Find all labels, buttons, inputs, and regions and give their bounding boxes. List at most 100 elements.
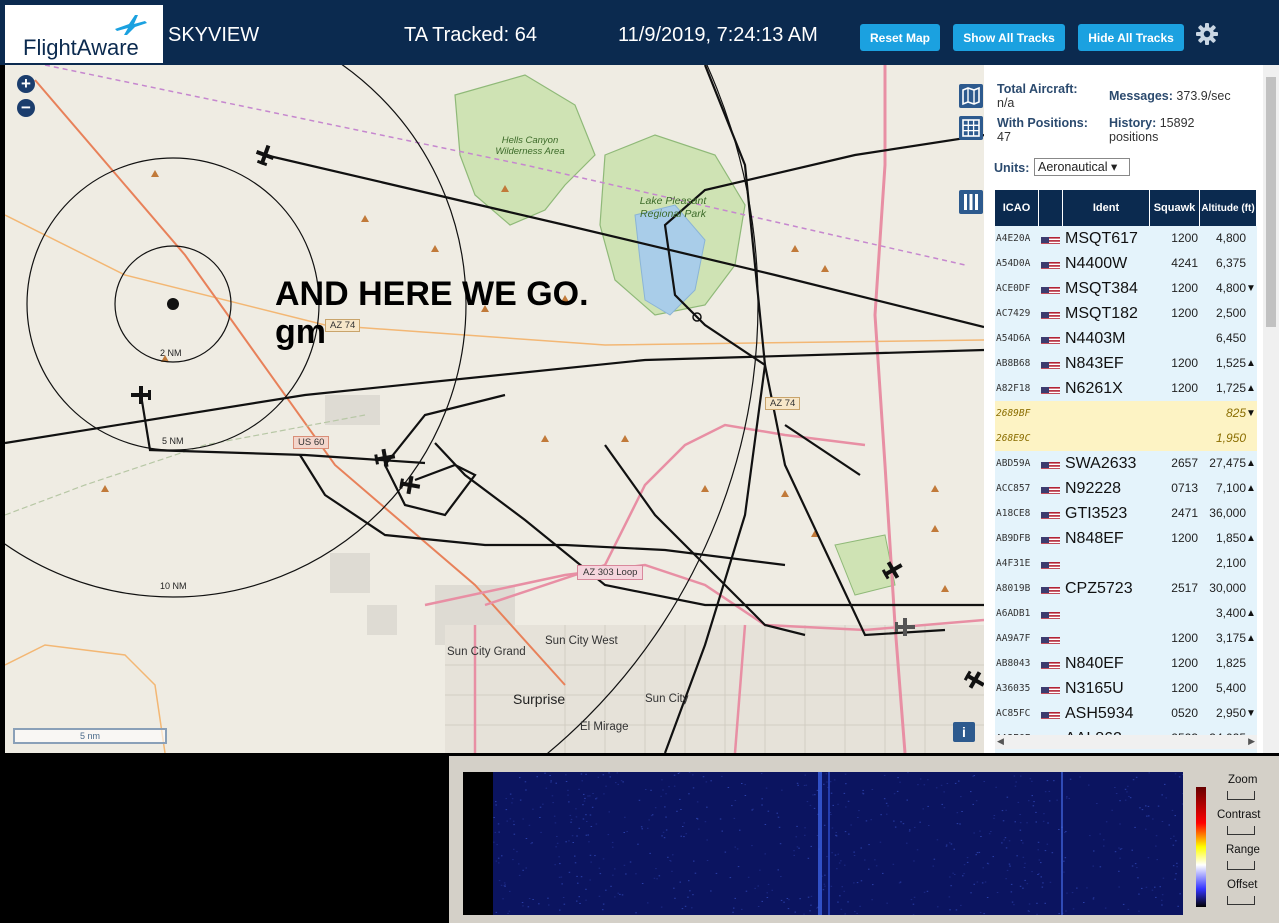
reset-map-button[interactable]: Reset Map [860, 24, 940, 51]
us-flag-icon [1041, 508, 1060, 519]
place-hells-canyon: Hells Canyon Wilderness Area [495, 135, 565, 157]
col-flag[interactable] [1039, 190, 1063, 226]
squawk-cell: 2471 [1171, 506, 1198, 520]
ident-cell [1065, 401, 1150, 426]
color-scale-bar [1196, 787, 1206, 907]
zoom-label: Zoom [1228, 774, 1258, 786]
altitude-trend-icon [1246, 651, 1256, 676]
altitude-cell: 6,450 [1215, 331, 1246, 345]
table-row[interactable]: A18CE8 GTI3523 2471 36,000 [995, 501, 1257, 527]
messages-label: Messages: [1109, 89, 1173, 103]
flightaware-logo[interactable]: FlightAware [5, 5, 163, 63]
table-row[interactable]: A36035 N3165U 1200 5,400 [995, 676, 1257, 702]
table-row[interactable]: AC85FC ASH5934 0520 2,950 ▼ [995, 701, 1257, 727]
us-flag-icon [1041, 708, 1060, 719]
table-row[interactable]: AB8043 N840EF 1200 1,825 [995, 651, 1257, 677]
total-aircraft-stat: Total Aircraft: n/a [997, 82, 1078, 110]
icao-cell: A4F31E [996, 558, 1031, 569]
table-row[interactable]: ACE0DF MSQT384 1200 4,800 ▼ [995, 276, 1257, 302]
squawk-cell: 4241 [1171, 256, 1198, 270]
info-button[interactable]: i [953, 722, 975, 742]
airplane-logo-icon [115, 15, 147, 35]
altitude-trend-icon: ▲ [1246, 533, 1256, 544]
us-flag-icon [1041, 458, 1060, 469]
zoom-out-button[interactable]: − [17, 99, 35, 117]
squawk-cell: 1200 [1171, 381, 1198, 395]
columns-icon [964, 194, 978, 210]
table-row[interactable]: A1AD9C N4409S 6,425 [995, 751, 1257, 753]
gear-icon[interactable] [1195, 22, 1219, 46]
table-row[interactable]: A4F31E 2,100 [995, 551, 1257, 577]
logo-text: FlightAware [23, 35, 139, 60]
ident-cell: N6261X [1065, 380, 1123, 397]
table-row[interactable]: 2689BF 825 ▼ [995, 401, 1257, 427]
table-row[interactable]: A82F18 N6261X 1200 1,725 ▲ [995, 376, 1257, 402]
ring-label-2nm: 2 NM [160, 348, 182, 358]
offset-slider[interactable] [1227, 896, 1255, 905]
col-icao[interactable]: ICAO [995, 190, 1039, 226]
map-icon [962, 86, 980, 106]
zoom-slider[interactable] [1227, 791, 1255, 800]
table-row[interactable]: AB8B68 N843EF 1200 1,525 ▲ [995, 351, 1257, 377]
ident-cell: N4409S [1065, 751, 1150, 753]
squawk-cell: 0520 [1171, 706, 1198, 720]
zoom-in-button[interactable]: + [17, 75, 35, 93]
waterfall-pane: Zoom Contrast Range Offset [449, 756, 1279, 923]
icao-cell: AB9DFB [996, 533, 1031, 544]
table-row[interactable]: ACC857 N92228 0713 7,100 ▲ [995, 476, 1257, 502]
grid-toggle-button[interactable] [959, 116, 983, 140]
scroll-left-arrow-icon[interactable]: ◀ [997, 736, 1004, 747]
table-row[interactable]: A4E20A MSQT617 1200 4,800 [995, 226, 1257, 252]
units-select[interactable]: Aeronautical ▾ [1034, 158, 1130, 176]
map-view[interactable]: 2 NM 5 NM 10 NM Hells Canyon Wilderness … [5, 65, 984, 753]
map-scale-bar: 5 nm [13, 728, 167, 744]
table-row[interactable]: 268E9C 1,950 [995, 426, 1257, 452]
altitude-trend-icon [1246, 676, 1256, 701]
altitude-cell: 36,000 [1209, 506, 1246, 520]
squawk-cell: 0713 [1171, 481, 1198, 495]
range-label: Range [1226, 844, 1260, 856]
panel-vertical-scrollbar[interactable] [1263, 65, 1279, 753]
table-row[interactable]: AB9DFB N848EF 1200 1,850 ▲ [995, 526, 1257, 552]
ident-cell: N3165U [1065, 680, 1124, 697]
scrollbar-thumb[interactable] [1266, 77, 1276, 327]
waterfall-display[interactable] [463, 772, 1183, 915]
table-row[interactable]: AA9A7F 1200 3,175 ▲ [995, 626, 1257, 652]
table-row[interactable]: AC7429 MSQT182 1200 2,500 [995, 301, 1257, 327]
col-squawk[interactable]: Squawk [1150, 190, 1200, 226]
hide-all-tracks-button[interactable]: Hide All Tracks [1078, 24, 1184, 51]
altitude-trend-icon [1246, 426, 1256, 451]
table-row[interactable]: A8019B CPZ5723 2517 30,000 [995, 576, 1257, 602]
ident-cell: N4403M [1065, 330, 1126, 347]
altitude-trend-icon [1246, 551, 1256, 576]
receiver-location [167, 298, 179, 310]
range-slider[interactable] [1227, 861, 1255, 870]
history-stat: History: 15892 positions [1109, 116, 1219, 144]
table-row[interactable]: A54D0A N4400W 4241 6,375 [995, 251, 1257, 277]
show-all-tracks-button[interactable]: Show All Tracks [953, 24, 1065, 51]
table-row[interactable]: ABD59A SWA2633 2657 27,475 ▲ [995, 451, 1257, 477]
altitude-trend-icon: ▼ [1246, 408, 1256, 419]
icao-cell: ABD59A [996, 458, 1031, 469]
table-row[interactable]: A54D6A N4403M 6,450 [995, 326, 1257, 352]
column-toggle-button[interactable] [959, 190, 983, 214]
contrast-slider[interactable] [1227, 826, 1255, 835]
squawk-cell [1150, 326, 1198, 351]
altitude-cell: 2,500 [1215, 306, 1246, 320]
altitude-trend-icon: ▼ [1246, 283, 1256, 294]
squawk-cell: 1200 [1171, 656, 1198, 670]
altitude-trend-icon: ▼ [1246, 708, 1256, 719]
ident-cell [1065, 551, 1150, 576]
table-row[interactable]: A6ADB1 3,400 ▲ [995, 601, 1257, 627]
ident-cell: MSQT384 [1065, 280, 1138, 297]
map-layers-button[interactable] [959, 84, 983, 108]
total-aircraft-value: n/a [997, 96, 1015, 110]
panel-horizontal-scrollbar[interactable]: ◀ ▶ [995, 735, 1257, 749]
squawk-cell: 2657 [1171, 456, 1198, 470]
icao-cell: A18CE8 [996, 508, 1031, 519]
altitude-cell: 5,400 [1215, 681, 1246, 695]
col-ident[interactable]: Ident [1063, 190, 1150, 226]
col-altitude[interactable]: Altitude (ft) [1200, 190, 1257, 226]
scroll-right-arrow-icon[interactable]: ▶ [1248, 736, 1255, 747]
altitude-cell: 1,950 [1215, 431, 1246, 445]
